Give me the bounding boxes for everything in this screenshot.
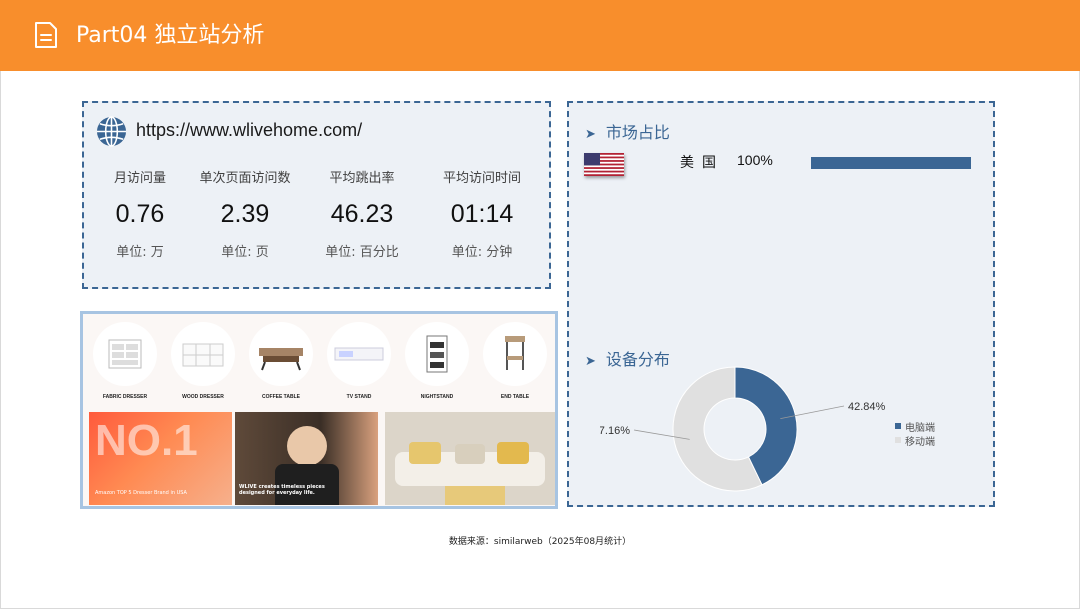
page-title: Part04 独立站分析 <box>76 23 265 48</box>
metric-unit: 单位: 分钟 <box>451 245 513 260</box>
category-end-table: END TABLE <box>481 322 549 400</box>
metric-value: 01:14 <box>450 200 514 228</box>
market-share-bar <box>811 157 971 169</box>
category-fabric-dresser: FABRIC DRESSER <box>91 322 159 400</box>
market-share-title: ➤ 市场占比 <box>585 119 670 143</box>
globe-icon <box>96 116 127 147</box>
category-nightstand: NIGHTSTAND <box>403 322 471 400</box>
document-icon <box>35 22 57 48</box>
product-image <box>249 322 313 386</box>
metric-monthly-visits: 月访问量 0.76 单位: 万 <box>80 170 200 262</box>
metric-bounce-rate: 平均跳出率 46.23 单位: 百分比 <box>302 170 422 262</box>
market-share-bar-fill <box>811 157 971 169</box>
donut-data-label: 57.16% <box>600 425 630 437</box>
arrow-right-icon: ➤ <box>585 127 596 142</box>
us-flag-icon <box>584 153 624 176</box>
metric-label: 平均访问时间 <box>442 171 521 186</box>
product-image <box>405 322 469 386</box>
market-country: 美国 <box>680 155 724 171</box>
banner-brand: WLIVE creates timeless pieces designed f… <box>235 412 378 505</box>
market-percent: 100% <box>737 152 773 168</box>
product-image <box>171 322 235 386</box>
category-tv-stand: TV STAND <box>325 322 393 400</box>
category-label: WOOD DRESSER <box>182 394 224 400</box>
website-screenshot: FABRIC DRESSER WOOD DRESSER COFFEE TABLE… <box>80 311 558 509</box>
category-coffee-table: COFFEE TABLE <box>247 322 315 400</box>
slide-header: Part04 独立站分析 <box>0 0 1080 71</box>
category-label: NIGHTSTAND <box>420 394 454 400</box>
product-image <box>483 322 547 386</box>
metric-value: 2.39 <box>220 200 270 228</box>
metric-value: 0.76 <box>115 200 165 228</box>
device-donut-chart: 42.84% 57.16% <box>600 366 886 492</box>
category-label: FABRIC DRESSER <box>102 394 148 400</box>
metric-visit-duration: 平均访问时间 01:14 单位: 分钟 <box>422 170 542 262</box>
device-legend: 电脑端 移动端 <box>895 419 935 448</box>
metric-label: 平均跳出率 <box>329 171 395 186</box>
metric-label: 月访问量 <box>113 171 166 186</box>
metric-unit: 单位: 页 <box>221 245 269 260</box>
arrow-right-icon: ➤ <box>585 354 596 369</box>
product-image <box>327 322 391 386</box>
metric-value: 46.23 <box>330 200 394 228</box>
site-url[interactable]: https://www.wlivehome.com/ <box>136 120 362 141</box>
market-share-title-text: 市场占比 <box>605 123 670 142</box>
banner-caption: Amazon TOP 5 Dresser Brand in USA <box>95 490 187 496</box>
legend-swatch <box>895 423 901 429</box>
metric-pages-per-visit: 单次页面访问数 2.39 单位: 页 <box>185 170 305 262</box>
category-label: TV STAND <box>346 394 372 400</box>
category-label: COFFEE TABLE <box>262 394 300 400</box>
banner-sofa <box>385 412 555 505</box>
metric-unit: 单位: 百分比 <box>325 245 399 260</box>
banner-big-text: NO.1 <box>95 416 198 465</box>
banner-caption: WLIVE creates timeless pieces designed f… <box>239 484 325 496</box>
category-label: END TABLE <box>500 394 530 400</box>
legend-item-mobile: 移动端 <box>895 433 935 448</box>
legend-label: 电脑端 <box>905 422 935 434</box>
legend-swatch <box>895 437 901 443</box>
product-image <box>93 322 157 386</box>
metric-unit: 单位: 万 <box>116 245 164 260</box>
portrait-image <box>287 426 327 466</box>
data-source: 数据来源：similarweb（2025年08月统计） <box>448 537 632 547</box>
banner-no1: NO.1 Amazon TOP 5 Dresser Brand in USA <box>89 412 232 505</box>
metric-label: 单次页面访问数 <box>199 171 291 186</box>
legend-label: 移动端 <box>905 436 935 448</box>
donut-data-label: 42.84% <box>848 401 886 413</box>
category-wood-dresser: WOOD DRESSER <box>169 322 237 400</box>
legend-item-desktop: 电脑端 <box>895 419 935 434</box>
